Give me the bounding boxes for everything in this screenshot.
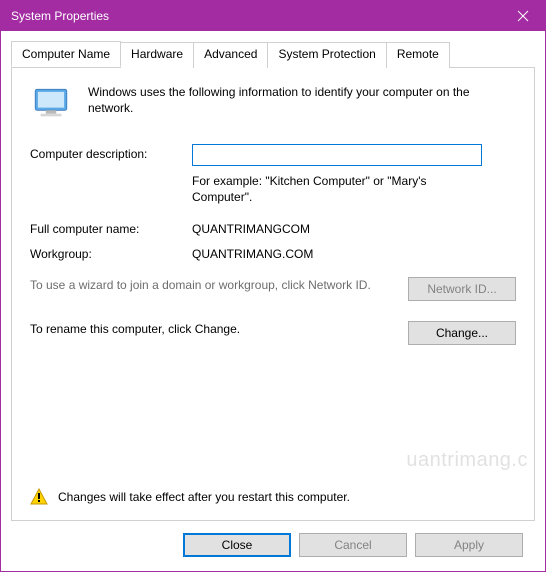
networkid-button: Network ID... (408, 277, 516, 301)
dialog-buttons: Close Cancel Apply (11, 521, 535, 571)
restart-row: Changes will take effect after you resta… (30, 488, 516, 506)
fullname-label: Full computer name: (30, 219, 192, 236)
workgroup-label: Workgroup: (30, 244, 192, 261)
tab-hardware[interactable]: Hardware (120, 42, 194, 68)
tab-computer-name[interactable]: Computer Name (11, 41, 121, 67)
description-example: For example: "Kitchen Computer" or "Mary… (192, 174, 482, 205)
workgroup-value: QUANTRIMANG.COM (192, 244, 313, 261)
change-text: To rename this computer, click Change. (30, 321, 408, 337)
description-row: Computer description: (30, 144, 516, 166)
intro-text: Windows uses the following information t… (88, 84, 516, 126)
close-window-button[interactable] (500, 1, 545, 31)
titlebar: System Properties (1, 1, 545, 31)
watermark: uantrimang.c (406, 449, 528, 472)
apply-button: Apply (415, 533, 523, 557)
networkid-row: To use a wizard to join a domain or work… (30, 277, 516, 301)
fullname-value: QUANTRIMANGCOM (192, 219, 310, 236)
tab-remote[interactable]: Remote (386, 42, 450, 68)
tab-strip: Computer Name Hardware Advanced System P… (11, 41, 535, 67)
workgroup-row: Workgroup: QUANTRIMANG.COM (30, 244, 516, 261)
description-label: Computer description: (30, 144, 192, 161)
fullname-row: Full computer name: QUANTRIMANGCOM (30, 219, 516, 236)
description-input[interactable] (192, 144, 482, 166)
restart-text: Changes will take effect after you resta… (58, 490, 350, 504)
close-icon (517, 10, 529, 22)
close-button[interactable]: Close (183, 533, 291, 557)
window-frame: System Properties Computer Name Hardware… (0, 0, 546, 572)
warning-icon (30, 488, 48, 506)
intro-row: Windows uses the following information t… (30, 84, 516, 126)
content-area: Computer Name Hardware Advanced System P… (1, 31, 545, 571)
networkid-text: To use a wizard to join a domain or work… (30, 277, 408, 293)
change-row: To rename this computer, click Change. C… (30, 321, 516, 345)
tab-advanced[interactable]: Advanced (193, 42, 268, 68)
tab-system-protection[interactable]: System Protection (267, 42, 386, 68)
change-button[interactable]: Change... (408, 321, 516, 345)
window-title: System Properties (11, 9, 500, 23)
tab-panel: Windows uses the following information t… (11, 67, 535, 521)
cancel-button: Cancel (299, 533, 407, 557)
computer-icon (30, 84, 72, 126)
